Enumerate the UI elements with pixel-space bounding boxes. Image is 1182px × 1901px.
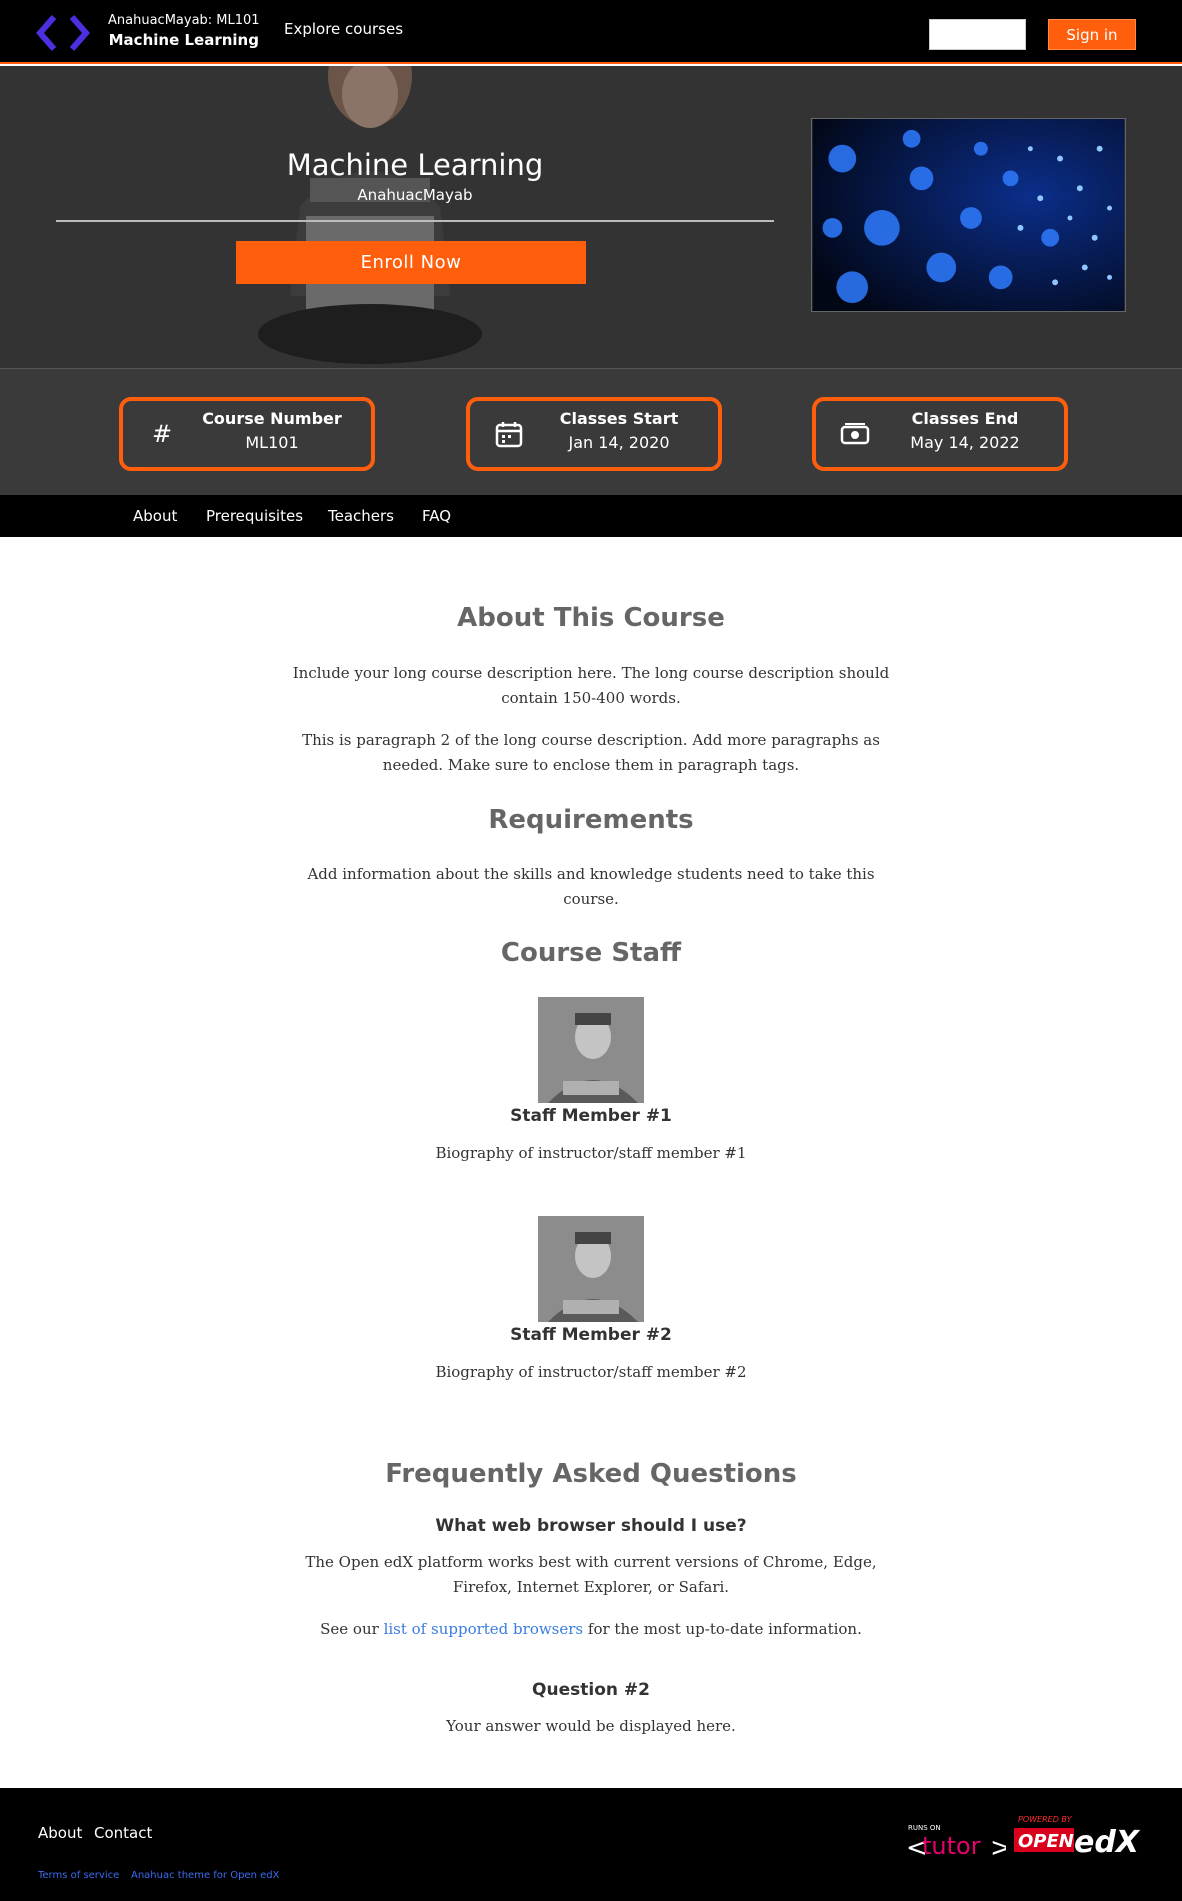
requirements-paragraph: Add information about the skills and kno… (307, 865, 875, 908)
faq-heading: Frequently Asked Questions (385, 1459, 797, 1489)
course-number-card: # Course Number ML101 (119, 397, 375, 471)
classes-end-value: May 14, 2022 (910, 433, 1020, 452)
open-edx-logo-icon[interactable]: POWERED BY OPEN edX (1014, 1812, 1144, 1866)
search-input[interactable] (929, 19, 1026, 50)
classes-start-card: Classes Start Jan 14, 2020 (466, 397, 722, 471)
footer-contact-link[interactable]: Contact (94, 1824, 152, 1842)
supported-browsers-link[interactable]: list of supported browsers (384, 1620, 584, 1638)
money-icon (840, 423, 870, 445)
faq-question-2: Question #2 (532, 1680, 650, 1700)
course-title: Machine Learning (286, 148, 544, 182)
hash-icon: # (151, 420, 173, 448)
course-info-band: # Course Number ML101 Classes Start Jan … (0, 368, 1182, 495)
hero-divider (56, 220, 774, 222)
tutor-logo-icon[interactable]: RUNS ON < tutor > (906, 1818, 1006, 1864)
brand-title: Machine Learning (108, 31, 259, 49)
classes-start-label: Classes Start (559, 409, 679, 428)
about-paragraph-2: This is paragraph 2 of the long course d… (302, 731, 880, 774)
staff-name-2: Staff Member #2 (510, 1325, 672, 1345)
course-hero: Machine Learning AnahuacMayab Enroll Now (0, 66, 1182, 368)
footer-about-link[interactable]: About (38, 1824, 82, 1842)
staff-bio-1: Biography of instructor/staff member #1 (435, 1144, 747, 1162)
edx-edx-text: edX (1074, 1825, 1141, 1860)
sign-in-button[interactable]: Sign in (1048, 19, 1136, 50)
about-heading: About This Course (457, 603, 725, 633)
course-org: AnahuacMayab (357, 186, 473, 204)
enroll-now-button[interactable]: Enroll Now (236, 241, 586, 284)
explore-courses-link[interactable]: Explore courses (284, 20, 403, 38)
brand-subtitle: AnahuacMayab: ML101 (108, 13, 260, 28)
faq-answer-1b-post: for the most up-to-date information. (583, 1620, 862, 1638)
tab-prerequisites[interactable]: Prerequisites (206, 507, 303, 525)
faq-answer-2: Your answer would be displayed here. (446, 1717, 736, 1735)
faq-answer-1b-pre: See our (320, 1620, 384, 1638)
classes-end-label: Classes End (911, 409, 1019, 428)
classes-end-card: Classes End May 14, 2022 (812, 397, 1068, 471)
top-navbar: AnahuacMayab: ML101 Machine Learning Exp… (0, 0, 1182, 64)
tutor-text: tutor (922, 1832, 981, 1860)
terms-of-service-link[interactable]: Terms of service (38, 1870, 119, 1881)
classes-start-value: Jan 14, 2020 (568, 433, 670, 452)
requirements-heading: Requirements (488, 805, 694, 835)
tab-faq[interactable]: FAQ (422, 507, 451, 525)
site-footer: About Contact Terms of service Anahuac t… (0, 1788, 1182, 1901)
course-tabs: About Prerequisites Teachers FAQ (0, 495, 1182, 537)
site-logo-icon[interactable] (36, 14, 90, 52)
staff-photo-1 (538, 997, 644, 1103)
course-staff-heading: Course Staff (500, 938, 682, 968)
about-paragraph-1: Include your long course description her… (292, 664, 890, 707)
edx-powered-by-text: POWERED BY (1018, 1815, 1073, 1824)
course-number-label: Course Number (202, 409, 342, 428)
faq-answer-1: The Open edX platform works best with cu… (305, 1553, 877, 1596)
tab-teachers[interactable]: Teachers (328, 507, 394, 525)
hero-background-image (240, 66, 500, 368)
svg-text:>: > (990, 1833, 1006, 1863)
faq-question-1: What web browser should I use? (435, 1516, 747, 1536)
calendar-icon (495, 422, 523, 448)
faq-answer-1b: See our list of supported browsers for t… (290, 1617, 892, 1642)
theme-credit-link[interactable]: Anahuac theme for Open edX (131, 1870, 279, 1881)
course-number-value: ML101 (245, 433, 299, 452)
course-image (811, 118, 1126, 312)
edx-open-text: OPEN (1018, 1831, 1074, 1852)
tutor-runs-on-text: RUNS ON (908, 1824, 941, 1832)
staff-photo-2 (538, 1216, 644, 1322)
course-brand[interactable]: AnahuacMayab: ML101 Machine Learning (108, 12, 260, 50)
staff-name-1: Staff Member #1 (510, 1106, 672, 1126)
staff-bio-2: Biography of instructor/staff member #2 (435, 1363, 747, 1381)
tab-about[interactable]: About (133, 507, 177, 525)
